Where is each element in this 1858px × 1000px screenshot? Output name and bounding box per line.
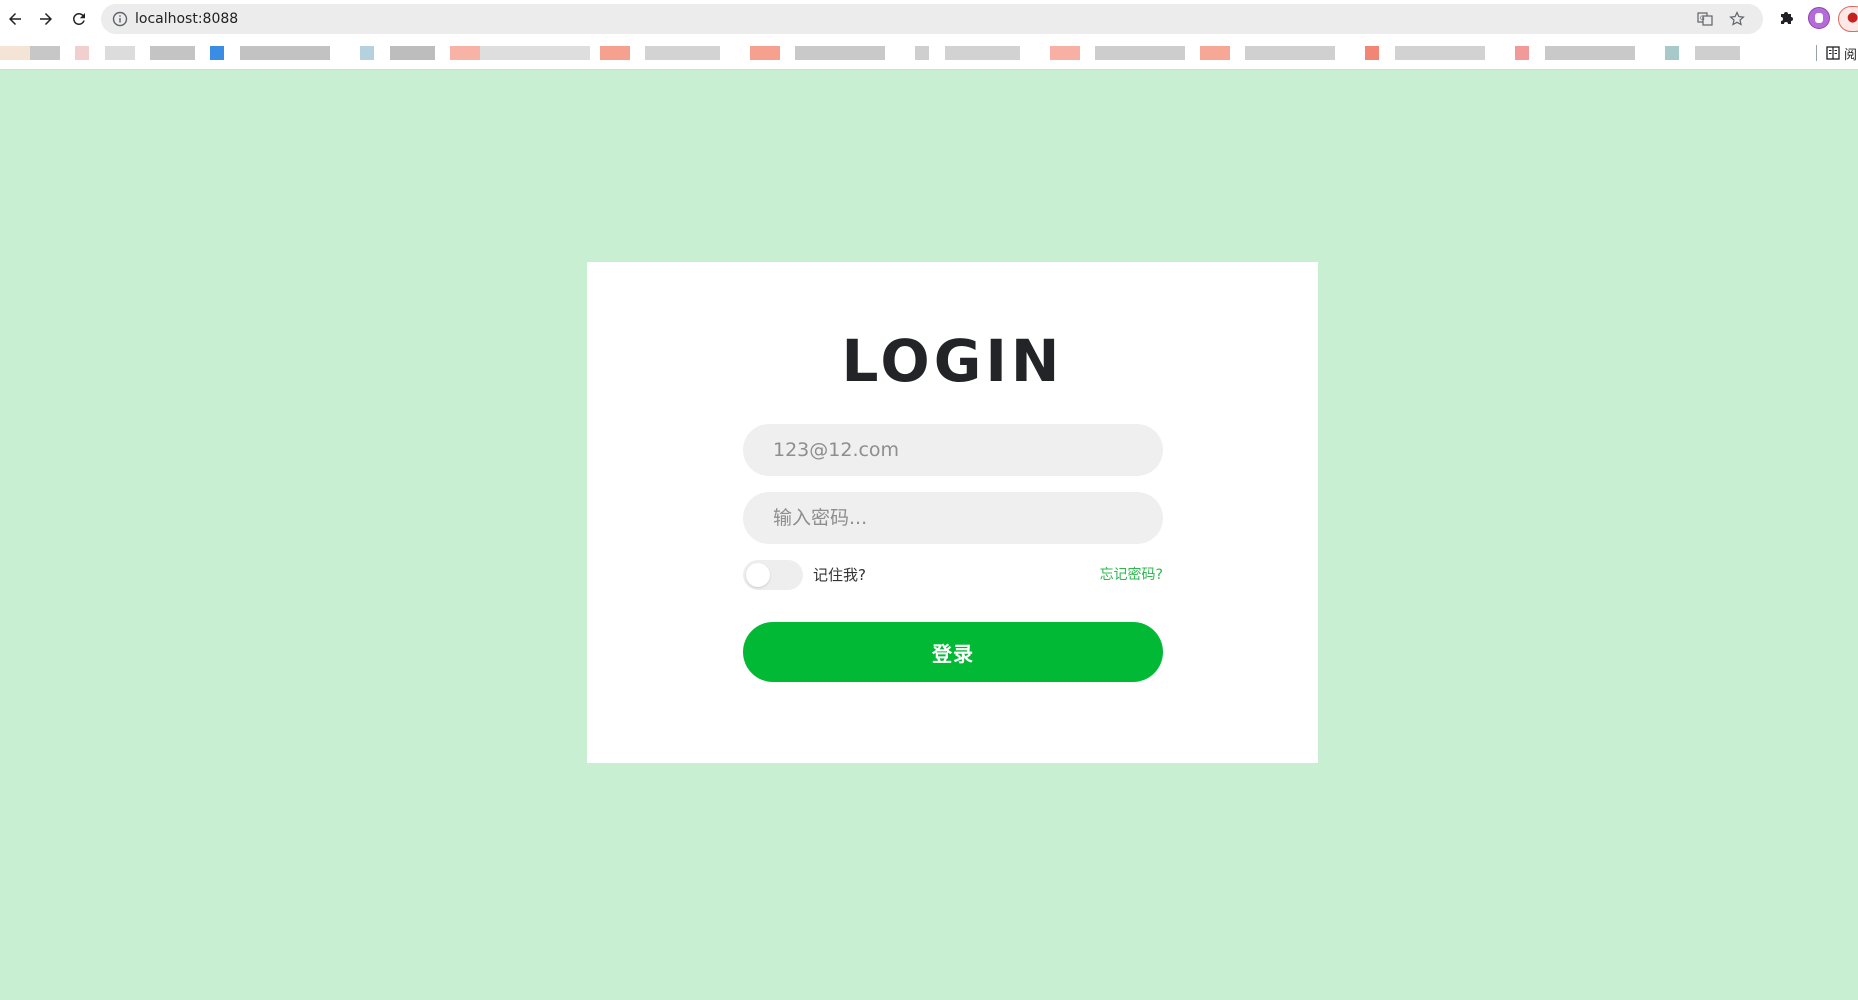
email-field[interactable] — [743, 424, 1163, 476]
toggle-knob — [746, 563, 770, 587]
translate-icon[interactable]: G — [1697, 11, 1713, 27]
bookmark-item[interactable] — [1200, 46, 1230, 60]
bookmark-item[interactable] — [1665, 46, 1679, 60]
bookmark-item[interactable] — [450, 46, 480, 60]
bookmark-item[interactable] — [1695, 46, 1740, 60]
reload-icon[interactable] — [68, 8, 90, 30]
bookmark-item[interactable] — [75, 46, 89, 60]
bookmark-item[interactable] — [750, 46, 780, 60]
reading-list-icon — [1826, 46, 1840, 60]
bookmark-item[interactable] — [915, 46, 929, 60]
bookmark-item[interactable] — [1365, 46, 1379, 60]
profile-avatar[interactable] — [1808, 7, 1830, 29]
bookmarks-bar — [0, 40, 1858, 68]
browser-chrome: localhost:8088 G ● 阅 — [0, 0, 1858, 70]
url-text[interactable]: localhost:8088 — [135, 9, 238, 29]
remember-me-label: 记住我? — [813, 566, 866, 584]
bookmark-item[interactable] — [1395, 46, 1485, 60]
bookmark-item[interactable] — [1050, 46, 1080, 60]
update-button[interactable]: ● — [1838, 6, 1858, 32]
forward-arrow-icon[interactable] — [35, 8, 57, 30]
toolbar-separator — [1816, 45, 1817, 61]
address-bar[interactable]: localhost:8088 G — [101, 4, 1763, 34]
extensions-puzzle-icon[interactable] — [1777, 8, 1797, 28]
bookmark-item[interactable] — [945, 46, 1020, 60]
reading-list-button[interactable]: 阅 — [1816, 42, 1858, 66]
bookmark-item[interactable] — [390, 46, 435, 60]
bookmark-item[interactable] — [1245, 46, 1335, 60]
bookmark-item[interactable] — [0, 46, 30, 60]
bookmark-item[interactable] — [645, 46, 720, 60]
reading-list-label: 阅 — [1844, 48, 1858, 63]
info-icon[interactable] — [112, 11, 128, 27]
forgot-password-link[interactable]: 忘记密码? — [1100, 566, 1163, 584]
bookmark-item[interactable] — [105, 46, 135, 60]
login-card: LOGIN 记住我? 忘记密码? 登录 — [587, 262, 1318, 763]
back-arrow-icon[interactable] — [4, 8, 26, 30]
bookmark-item[interactable] — [210, 46, 224, 60]
bookmark-item[interactable] — [1545, 46, 1635, 60]
bookmark-star-icon[interactable] — [1729, 11, 1745, 27]
bookmark-item[interactable] — [480, 46, 590, 60]
bookmark-item[interactable] — [240, 46, 330, 60]
login-title: LOGIN — [841, 327, 1064, 395]
remember-me-toggle[interactable] — [743, 560, 803, 590]
bookmark-item[interactable] — [360, 46, 374, 60]
svg-text:G: G — [1700, 15, 1705, 22]
login-button[interactable]: 登录 — [743, 622, 1163, 682]
bookmark-item[interactable] — [795, 46, 885, 60]
bookmark-item[interactable] — [30, 46, 60, 60]
bookmark-item[interactable] — [150, 46, 195, 60]
bookmark-item[interactable] — [1095, 46, 1185, 60]
password-field[interactable] — [743, 492, 1163, 544]
update-icon: ● — [1847, 10, 1858, 25]
bookmark-item[interactable] — [600, 46, 630, 60]
browser-toolbar: localhost:8088 G ● — [0, 0, 1858, 38]
bookmark-item[interactable] — [1515, 46, 1529, 60]
